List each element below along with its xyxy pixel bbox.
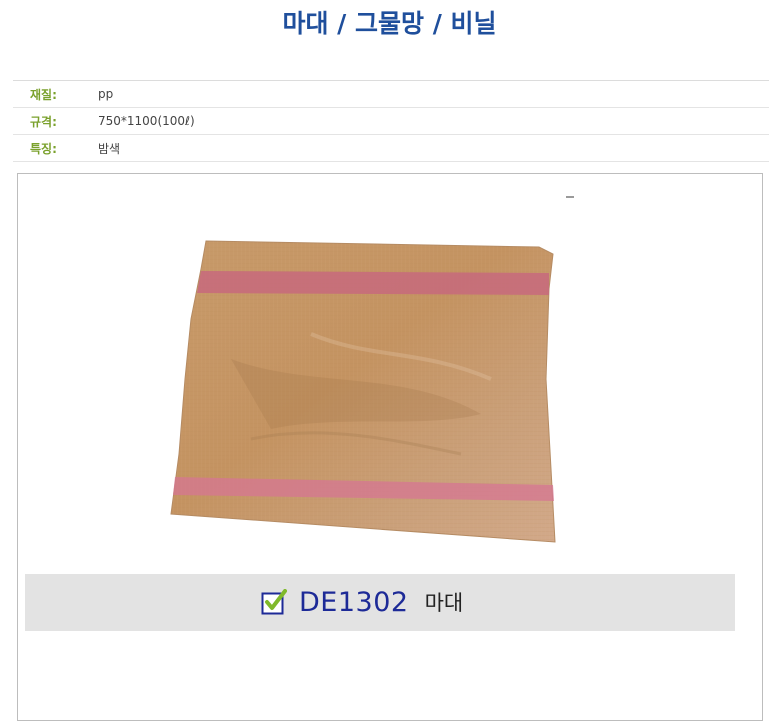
product-image-frame: DE1302 마대 — [17, 173, 763, 721]
checkbox-checked-icon — [261, 589, 287, 615]
spec-row-size: 규격: 750*1100(100ℓ) — [13, 108, 769, 135]
spec-label: 규격: — [30, 114, 57, 129]
spec-row-material: 재질: pp — [13, 81, 769, 108]
page-title: 마대 / 그물망 / 비닐 — [282, 9, 497, 38]
product-code: DE1302 — [299, 586, 409, 618]
spec-table: 재질: pp 규격: 750*1100(100ℓ) 특징: 밤색 — [13, 80, 769, 162]
spec-value: 밤색 — [98, 141, 121, 156]
spec-label: 재질: — [30, 87, 57, 102]
image-artifact — [566, 196, 574, 198]
product-name: 마대 — [424, 591, 464, 615]
product-photo — [170, 240, 556, 543]
product-caption-bar: DE1302 마대 — [25, 574, 735, 631]
spec-value: 750*1100(100ℓ) — [98, 114, 195, 128]
spec-label: 특징: — [30, 141, 57, 156]
spec-row-feature: 특징: 밤색 — [13, 135, 769, 162]
product-caption: DE1302 마대 — [261, 584, 463, 620]
spec-value: pp — [98, 87, 114, 101]
